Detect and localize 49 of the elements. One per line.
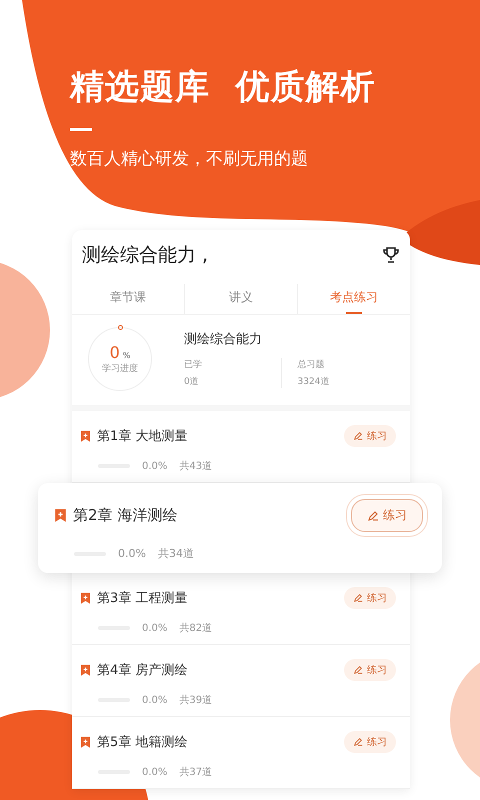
chapter-percent: 0.0%: [142, 460, 168, 472]
subject-name: 测绘综合能力: [184, 331, 263, 348]
bookmark-icon: [80, 592, 91, 604]
bookmark-icon: [80, 736, 91, 748]
chapter-title: 第3章 工程测量: [97, 590, 188, 607]
progress-label: 学习进度: [102, 362, 138, 375]
pen-icon: [353, 665, 363, 675]
pen-icon: [353, 737, 363, 747]
chapter-row[interactable]: 第4章 房产测绘 练习 0.0% 共39道: [72, 645, 410, 717]
stat-value: 0道: [184, 376, 200, 388]
chapter-title: 第2章 海洋测绘: [73, 506, 178, 525]
chapter-percent: 0.0%: [142, 694, 168, 706]
chapter-percent: 0.0%: [142, 622, 168, 634]
pen-icon: [353, 431, 363, 441]
chapter-count: 共82道: [179, 622, 212, 635]
chapter-percent: 0.0%: [118, 547, 146, 560]
chapter-row[interactable]: 第5章 地籍测绘 练习 0.0% 共37道: [72, 717, 410, 789]
hero-subtitle: 数百人精心研发，不刷无用的题: [70, 148, 309, 170]
tab[interactable]: 章节课: [72, 284, 184, 314]
chapter-row[interactable]: 第1章 大地测量 练习 0.0% 共43道: [72, 411, 410, 483]
tab[interactable]: 讲义: [184, 284, 297, 314]
stat-label: 已学: [184, 358, 203, 371]
practice-button[interactable]: 练习: [344, 659, 396, 681]
bookmark-icon: [80, 664, 91, 676]
percent-unit: %: [122, 351, 130, 360]
trophy-icon[interactable]: [382, 246, 400, 264]
stat-value: 3324道: [298, 376, 330, 388]
practice-button[interactable]: 练习: [344, 425, 396, 447]
tab[interactable]: 考点练习: [297, 284, 410, 314]
hero-title: 精选题库 优质解析: [70, 66, 377, 109]
chapter-count: 共43道: [179, 460, 212, 473]
progress-percent: 0: [110, 343, 120, 362]
chapter-count: 共37道: [179, 766, 212, 779]
chapter-count: 共34道: [158, 546, 194, 561]
practice-button[interactable]: 练习: [344, 587, 396, 609]
chapter-title: 第5章 地籍测绘: [97, 734, 188, 751]
chapter-title: 第4章 房产测绘: [97, 662, 188, 679]
chapter-percent: 0.0%: [142, 766, 168, 778]
stat-label: 总习题: [298, 358, 326, 371]
course-title: 测绘综合能力 ,: [82, 243, 208, 268]
bookmark-icon: [54, 508, 67, 523]
chapter-row[interactable]: 第3章 工程测量 练习 0.0% 共82道: [72, 573, 410, 645]
highlighted-chapter-card[interactable]: 第2章 海洋测绘 练习 0.0% 共34道: [38, 483, 442, 573]
pen-icon: [367, 510, 379, 522]
practice-button[interactable]: 练习: [344, 731, 396, 753]
chapter-count: 共39道: [179, 694, 212, 707]
chapter-title: 第1章 大地测量: [97, 428, 188, 445]
bookmark-icon: [80, 430, 91, 442]
pen-icon: [353, 593, 363, 603]
